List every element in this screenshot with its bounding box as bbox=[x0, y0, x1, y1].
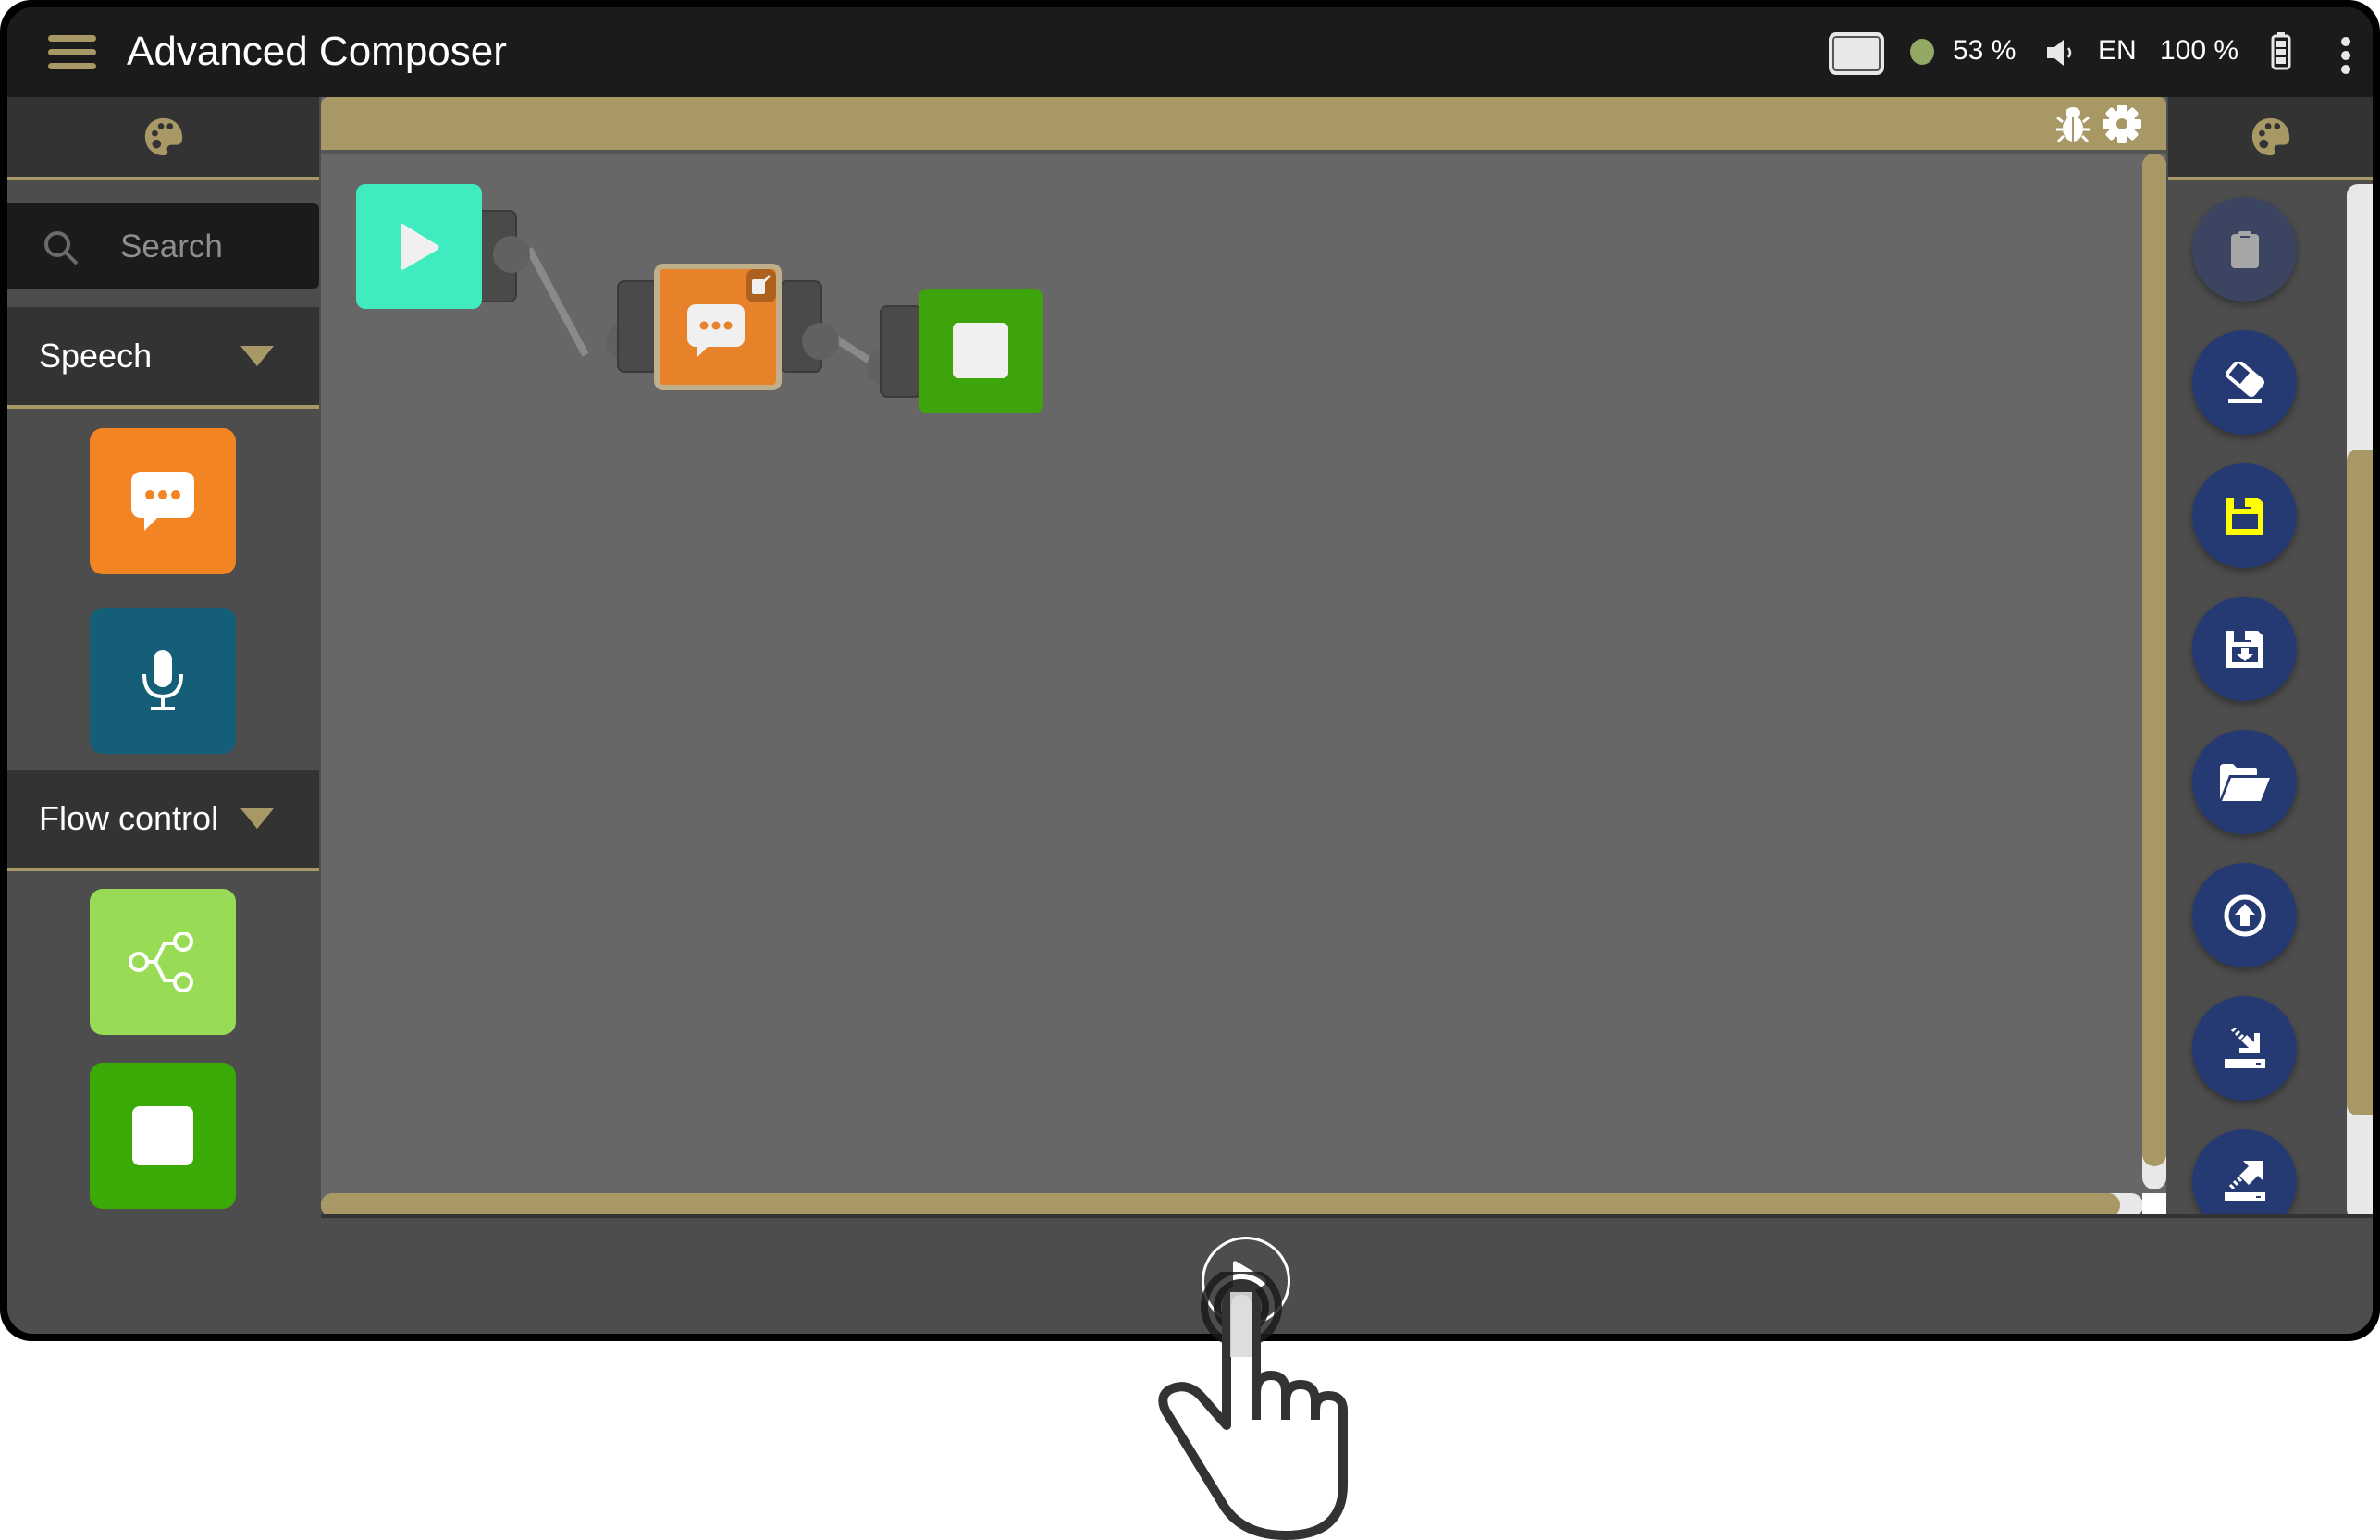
block-palette: Speech Flow control bbox=[7, 97, 319, 1334]
upload-button[interactable] bbox=[2192, 863, 2297, 967]
status-indicator-icon bbox=[1910, 39, 1934, 65]
category-label: Speech bbox=[39, 337, 153, 375]
paste-button[interactable] bbox=[2192, 197, 2297, 302]
save-button[interactable] bbox=[2192, 463, 2297, 568]
battery-percent: 100 % bbox=[2160, 35, 2239, 66]
speech-bubble-icon bbox=[687, 304, 745, 358]
block-branch[interactable] bbox=[90, 889, 236, 1035]
open-button[interactable] bbox=[2192, 730, 2297, 834]
connection-edge[interactable] bbox=[525, 247, 589, 357]
folder-open-icon bbox=[2219, 763, 2270, 801]
volume-icon[interactable] bbox=[2045, 38, 2077, 68]
palette-icon[interactable] bbox=[142, 116, 185, 158]
export-icon bbox=[2224, 1160, 2265, 1201]
stop-icon bbox=[132, 1106, 193, 1165]
block-say[interactable] bbox=[90, 428, 236, 574]
palette-header bbox=[7, 97, 319, 180]
search-input[interactable] bbox=[118, 220, 307, 274]
cpu-percent: 53 % bbox=[1953, 35, 2016, 66]
flow-canvas[interactable] bbox=[321, 97, 2166, 1217]
input-port[interactable] bbox=[880, 305, 922, 398]
toolbar-scroll-thumb[interactable] bbox=[2347, 450, 2373, 1115]
microphone-icon bbox=[142, 650, 183, 710]
canvas-toolbar bbox=[321, 97, 2166, 154]
menu-icon[interactable] bbox=[48, 35, 96, 70]
more-options-icon[interactable] bbox=[2341, 37, 2352, 74]
output-connector[interactable] bbox=[493, 236, 530, 273]
output-connector[interactable] bbox=[802, 323, 839, 360]
edit-badge[interactable] bbox=[746, 269, 776, 302]
node-end[interactable] bbox=[867, 289, 1052, 418]
import-button[interactable] bbox=[2192, 996, 2297, 1101]
floppy-icon bbox=[2226, 497, 2263, 535]
screen-icon[interactable] bbox=[1829, 32, 1884, 75]
stop-icon bbox=[953, 323, 1008, 378]
node-say[interactable] bbox=[606, 264, 846, 393]
upload-circle-icon bbox=[2224, 894, 2265, 936]
branch-icon bbox=[129, 932, 193, 992]
bug-icon[interactable] bbox=[2055, 105, 2090, 143]
right-toolbar bbox=[2168, 97, 2373, 1334]
node-start[interactable] bbox=[356, 184, 530, 314]
tap-gesture-hand-icon bbox=[1158, 1272, 1348, 1540]
category-speech[interactable]: Speech bbox=[7, 307, 319, 409]
gear-icon[interactable] bbox=[2102, 104, 2142, 144]
search-field[interactable] bbox=[7, 203, 319, 289]
category-label: Flow control bbox=[39, 799, 219, 837]
save-as-button[interactable] bbox=[2192, 597, 2297, 701]
search-icon bbox=[44, 231, 79, 265]
play-icon bbox=[401, 223, 439, 270]
clipboard-icon bbox=[2230, 230, 2259, 268]
canvas-vertical-scroll-thumb[interactable] bbox=[2142, 154, 2166, 1166]
battery-icon bbox=[2271, 32, 2291, 70]
device-frame: Advanced Composer 53 % EN 100 % Search S… bbox=[0, 0, 2380, 1341]
import-icon bbox=[2224, 1027, 2265, 1068]
node-body-selected[interactable] bbox=[654, 264, 782, 390]
floppy-download-icon bbox=[2226, 630, 2263, 668]
category-flow-control[interactable]: Flow control bbox=[7, 770, 319, 871]
palette-header bbox=[2168, 97, 2373, 180]
clear-button[interactable] bbox=[2192, 330, 2297, 435]
top-bar: Advanced Composer 53 % EN 100 % bbox=[7, 7, 2373, 97]
block-stop[interactable] bbox=[90, 1063, 236, 1209]
speech-bubble-icon bbox=[131, 472, 194, 531]
edit-icon bbox=[752, 275, 771, 294]
app-title: Advanced Composer bbox=[127, 29, 507, 74]
chevron-down-icon bbox=[240, 808, 274, 829]
block-listen[interactable] bbox=[90, 608, 236, 754]
chevron-down-icon bbox=[240, 346, 274, 366]
node-body[interactable] bbox=[356, 184, 482, 309]
app-screen: Advanced Composer 53 % EN 100 % Search S… bbox=[7, 7, 2373, 1334]
eraser-icon bbox=[2225, 361, 2264, 403]
node-body[interactable] bbox=[919, 289, 1043, 413]
palette-icon[interactable] bbox=[2250, 116, 2292, 158]
language-indicator[interactable]: EN bbox=[2098, 28, 2137, 74]
